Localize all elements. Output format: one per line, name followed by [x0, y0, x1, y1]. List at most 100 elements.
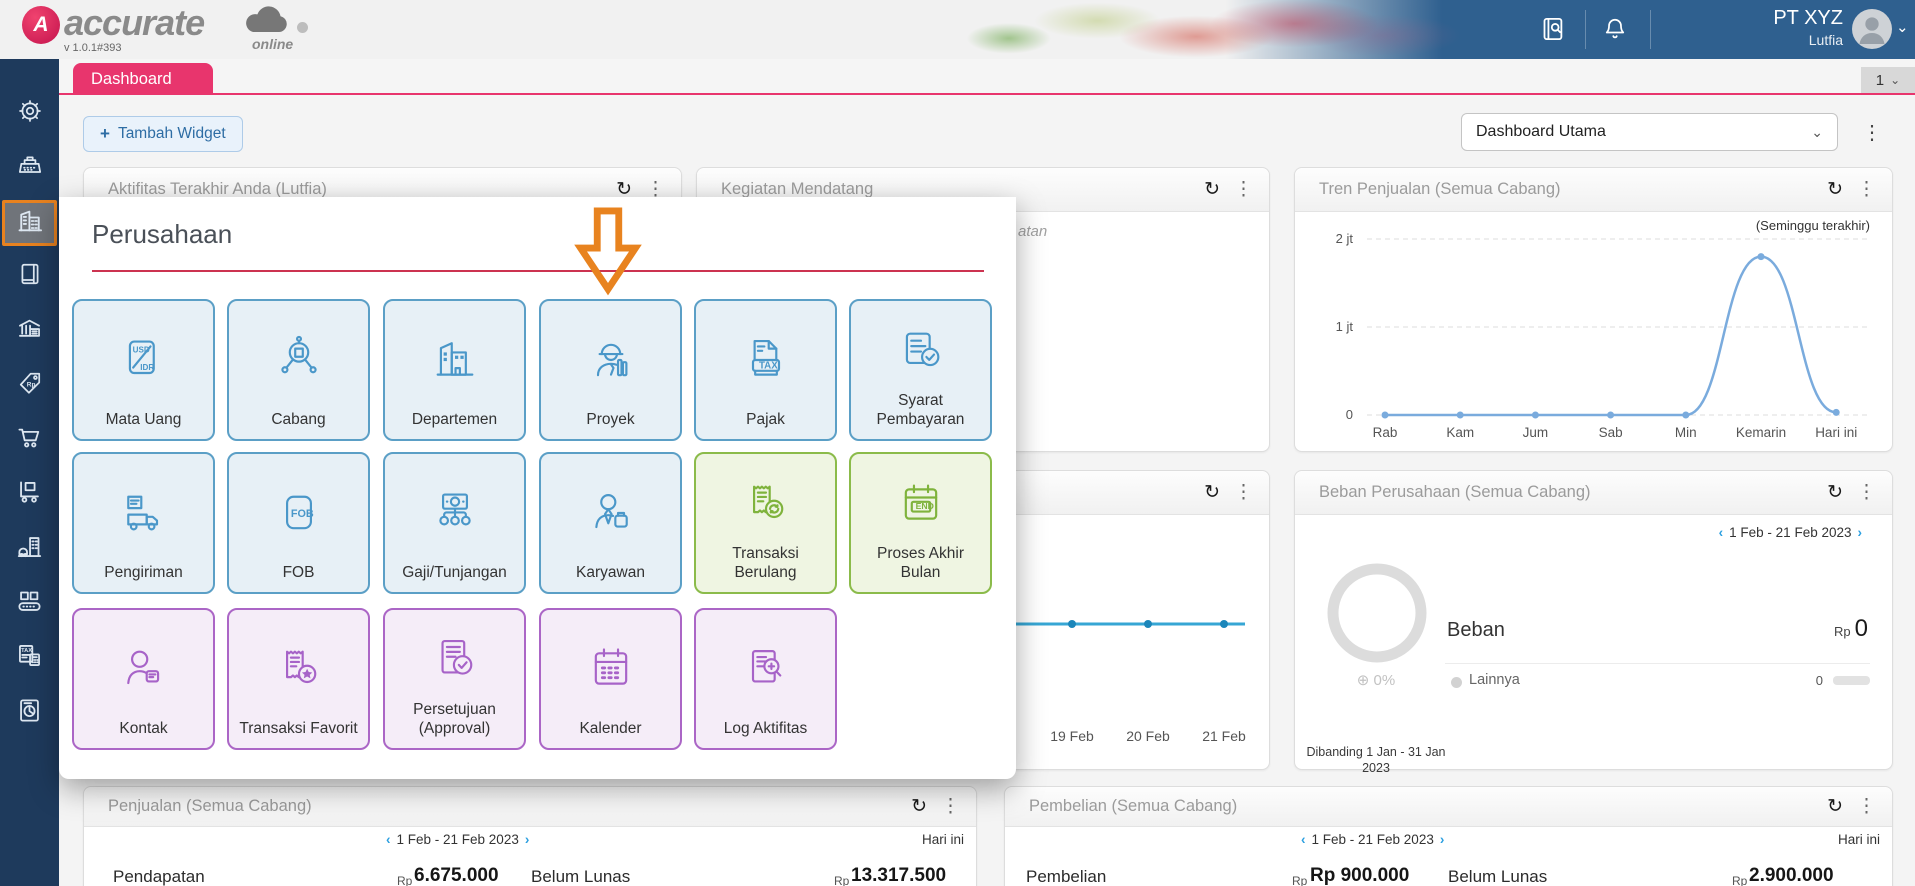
sidebar-item-pricing[interactable]: Rp: [0, 364, 59, 408]
row-value: Rp 900.000: [1310, 865, 1409, 886]
refresh-icon[interactable]: ↻: [1827, 180, 1843, 199]
tile-departemen[interactable]: Departemen: [383, 299, 526, 441]
dialog-title-rule: [92, 270, 984, 272]
widget-tren-penjualan: Tren Penjualan (Semua Cabang) ↻ ⋮ (Semin…: [1294, 167, 1893, 452]
tile-proses-akhir-bulan[interactable]: ENDProses Akhir Bulan: [849, 452, 992, 594]
line-chart: (Seminggu terakhir)01 jt2 jtRabKamJumSab…: [1295, 212, 1892, 456]
prev-range-icon[interactable]: ‹: [386, 832, 391, 847]
cart-icon: [16, 424, 43, 456]
donut-chart: [1319, 555, 1439, 675]
prev-range-icon[interactable]: ‹: [1719, 525, 1724, 540]
tile-gaji-tunjangan[interactable]: Gaji/Tunjangan: [383, 452, 526, 594]
sidebar-item-reports[interactable]: [0, 691, 59, 735]
sidebar-item-manufacture[interactable]: [0, 582, 59, 626]
tile-fob[interactable]: FOBFOB: [227, 452, 370, 594]
tile-mata-uang[interactable]: USDIDRMata Uang: [72, 299, 215, 441]
svg-text:0: 0: [1346, 407, 1353, 422]
pointer-arrow-down-icon: [572, 207, 644, 302]
tile-kalender[interactable]: Kalender: [539, 608, 682, 750]
refresh-icon[interactable]: ↻: [1204, 180, 1220, 199]
sidebar-item-company[interactable]: [2, 200, 57, 246]
dashboard-menu-kebab-icon[interactable]: ⋮: [1862, 120, 1883, 145]
cash-register-icon: [17, 152, 43, 183]
svg-text:Rab: Rab: [1373, 425, 1398, 440]
mata-uang-icon: USDIDR: [118, 309, 170, 411]
tile-karyawan[interactable]: Karyawan: [539, 452, 682, 594]
sidebar-item-inventory[interactable]: [0, 473, 59, 517]
notifications-bell-icon[interactable]: [1602, 15, 1628, 48]
widget-title: Penjualan (Semua Cabang): [108, 797, 897, 816]
tile-pengiriman[interactable]: Pengiriman: [72, 452, 215, 594]
tile-log-aktifitas[interactable]: Log Aktifitas: [694, 608, 837, 750]
tile-label: Transaksi Berulang: [702, 545, 829, 582]
widget-title: Beban Perusahaan (Semua Cabang): [1319, 483, 1813, 502]
tab-counter[interactable]: 1 ⌄: [1861, 67, 1915, 93]
sidebar-item-banking[interactable]: [0, 309, 59, 353]
sidebar-item-purchases[interactable]: [0, 418, 59, 462]
kontak-icon: [118, 618, 170, 720]
sidebar-item-cashier[interactable]: [0, 146, 59, 190]
avatar[interactable]: [1852, 9, 1892, 49]
svg-text:21 Feb: 21 Feb: [1202, 728, 1246, 744]
next-range-icon[interactable]: ›: [525, 832, 530, 847]
next-range-icon[interactable]: ›: [1858, 525, 1863, 540]
perusahaan-dialog: Perusahaan USDIDRMata UangCabangDepartem…: [59, 197, 1016, 779]
currency-prefix: Rp: [834, 874, 849, 886]
building-car-icon: [16, 533, 43, 565]
sidebar-item-fixed-assets[interactable]: [0, 527, 59, 571]
tile-kontak[interactable]: Kontak: [72, 608, 215, 750]
sidebar-item-ledger[interactable]: [0, 255, 59, 299]
refresh-icon[interactable]: ↻: [911, 797, 927, 816]
legend-value: 0: [1773, 673, 1823, 688]
proses-akhir-bulan-icon: END: [895, 462, 947, 545]
widget-title: Tren Penjualan (Semua Cabang): [1319, 180, 1813, 199]
tile-proyek[interactable]: Proyek: [539, 299, 682, 441]
user-menu-chevron-icon[interactable]: ⌄: [1896, 18, 1909, 36]
tile-transaksi-berulang[interactable]: Transaksi Berulang: [694, 452, 837, 594]
sidebar-item-settings[interactable]: [0, 91, 59, 135]
bank-icon: [16, 315, 43, 347]
accurate-logo[interactable]: A: [22, 6, 60, 44]
tile-persetujuan-approval[interactable]: Persetujuan (Approval): [383, 608, 526, 750]
refresh-icon[interactable]: ↻: [1204, 483, 1220, 502]
kebab-menu-icon[interactable]: ⋮: [1857, 483, 1876, 502]
tab-underline: [59, 93, 1915, 95]
next-range-icon[interactable]: ›: [1440, 832, 1445, 847]
cabang-icon: [273, 309, 325, 411]
tab-dashboard[interactable]: Dashboard: [73, 63, 213, 95]
widget-title: Pembelian (Semua Cabang): [1029, 797, 1813, 816]
kebab-menu-icon[interactable]: ⋮: [1234, 483, 1253, 502]
currency-prefix: Rp: [1732, 874, 1747, 886]
date-range-nav: ‹1 Feb - 21 Feb 2023›: [1295, 832, 1450, 847]
refresh-icon[interactable]: ↻: [1827, 797, 1843, 816]
handtruck-icon: [16, 479, 43, 511]
tile-pajak[interactable]: TAXPajak: [694, 299, 837, 441]
refresh-icon[interactable]: ↻: [1827, 483, 1843, 502]
currency-prefix: Rp: [397, 874, 412, 886]
kebab-menu-icon[interactable]: ⋮: [1857, 797, 1876, 816]
date-range-text: 1 Feb - 21 Feb 2023: [1729, 525, 1851, 540]
tile-label: Karyawan: [576, 564, 645, 582]
divider: [1445, 663, 1870, 664]
add-widget-button[interactable]: + Tambah Widget: [83, 116, 243, 152]
report-pie-icon: [16, 697, 43, 729]
kebab-menu-icon[interactable]: ⋮: [941, 797, 960, 816]
svg-text:TAX: TAX: [21, 648, 32, 654]
svg-text:FOB: FOB: [290, 508, 313, 520]
dashboard-select[interactable]: Dashboard Utama ⌄: [1461, 113, 1838, 151]
tile-transaksi-favorit[interactable]: Transaksi Favorit: [227, 608, 370, 750]
tab-bar: Dashboard 1 ⌄: [59, 59, 1915, 97]
kebab-menu-icon[interactable]: ⋮: [1234, 180, 1253, 199]
tax-calculator-icon: TAX: [16, 642, 43, 674]
tile-syarat-pembayaran[interactable]: Syarat Pembayaran: [849, 299, 992, 441]
svg-text:19 Feb: 19 Feb: [1050, 728, 1094, 744]
tile-label: Kontak: [119, 720, 167, 738]
plus-icon: +: [100, 124, 110, 144]
prev-range-icon[interactable]: ‹: [1301, 832, 1306, 847]
tile-cabang[interactable]: Cabang: [227, 299, 370, 441]
sidebar-item-tax[interactable]: TAX: [0, 636, 59, 680]
kebab-menu-icon[interactable]: ⋮: [1857, 180, 1876, 199]
compare-text: Dibanding 1 Jan - 31 Jan 2023: [1301, 745, 1451, 776]
tile-label: Pajak: [746, 411, 785, 429]
help-book-icon[interactable]: [1540, 15, 1567, 48]
